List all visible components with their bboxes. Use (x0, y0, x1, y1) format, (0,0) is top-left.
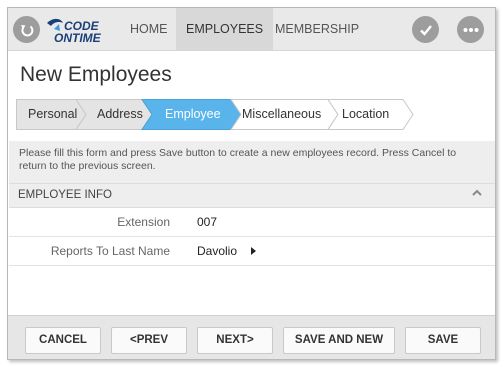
reports-to-label: Reports To Last Name (50, 244, 170, 258)
chevron-right-icon: > (246, 334, 254, 346)
step-personal[interactable]: Personal (28, 99, 77, 130)
top-navigation-bar: CODE ONTIME HOME EMPLOYEES MEMBERSHIP (8, 8, 495, 51)
step-employee[interactable]: Employee (165, 99, 221, 130)
step-location[interactable]: Location (342, 99, 389, 130)
back-arrow-icon (20, 24, 33, 36)
cancel-button[interactable]: CANCEL (25, 327, 101, 354)
reports-to-value[interactable]: Davolio (197, 244, 237, 258)
more-ellipsis-icon (463, 27, 478, 32)
wizard-steps: Personal Address Employee Miscellaneous … (16, 99, 488, 130)
code-on-time-logo[interactable]: CODE ONTIME (44, 14, 116, 46)
step-miscellaneous[interactable]: Miscellaneous (242, 99, 321, 130)
save-button-label: SAVE (427, 334, 459, 346)
nav-home[interactable]: HOME (120, 8, 178, 50)
form-description: Please fill this form and press Save but… (9, 141, 495, 183)
checkmark-icon (419, 24, 432, 36)
back-button[interactable] (13, 16, 40, 43)
app-window: CODE ONTIME HOME EMPLOYEES MEMBERSHIP Ne… (7, 7, 496, 360)
cancel-button-label: CANCEL (39, 334, 87, 346)
save-and-new-button[interactable]: SAVE AND NEW (283, 327, 395, 354)
nav-employees[interactable]: EMPLOYEES (176, 8, 274, 50)
field-row-extension: Extension 007 (9, 208, 495, 237)
logo-text-ontime: ONTIME (54, 31, 102, 45)
section-header-employee-info[interactable]: EMPLOYEE INFO (9, 183, 495, 208)
section-title: EMPLOYEE INFO (18, 189, 112, 201)
page-title: New Employees (20, 63, 172, 86)
bottom-toolbar: CANCEL <PREV NEXT> SAVE AND NEW SAVE (8, 315, 495, 359)
more-menu-button[interactable] (457, 16, 484, 43)
next-button[interactable]: NEXT> (197, 327, 273, 354)
prev-button[interactable]: <PREV (111, 327, 187, 354)
caret-right-icon[interactable] (251, 247, 256, 255)
chevron-up-icon[interactable] (471, 187, 483, 202)
save-button[interactable]: SAVE (405, 327, 481, 354)
extension-label: Extension (117, 215, 170, 229)
step-address[interactable]: Address (97, 99, 143, 130)
prev-button-label: PREV (136, 334, 169, 346)
field-row-reports-to: Reports To Last Name Davolio (9, 237, 495, 266)
next-button-label: NEXT (216, 334, 247, 346)
chevron-left-icon: < (129, 334, 137, 346)
confirm-button[interactable] (412, 16, 439, 43)
nav-membership[interactable]: MEMBERSHIP (265, 8, 369, 50)
save-and-new-button-label: SAVE AND NEW (294, 334, 384, 346)
extension-value[interactable]: 007 (197, 215, 217, 229)
